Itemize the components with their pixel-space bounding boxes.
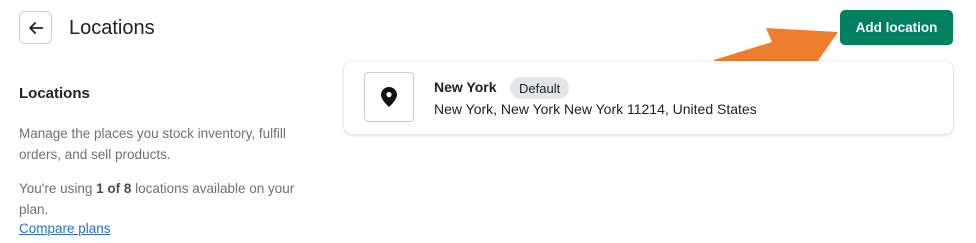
location-card[interactable]: New York Default New York, New York New … xyxy=(344,61,953,134)
usage-prefix: You're using xyxy=(19,181,97,196)
location-address: New York, New York New York 11214, Unite… xyxy=(434,101,757,117)
aside-description: Manage the places you stock inventory, f… xyxy=(19,126,286,162)
location-name: New York xyxy=(434,79,497,95)
location-thumbnail xyxy=(364,72,414,122)
back-button[interactable] xyxy=(19,11,52,44)
usage-count: 1 of 8 xyxy=(96,181,132,196)
default-badge: Default xyxy=(510,77,570,99)
locations-settings-page: Locations Add location Locations Manage … xyxy=(0,0,976,243)
plan-usage-text: You're using 1 of 8 locations available … xyxy=(19,178,319,220)
aside-heading: Locations xyxy=(19,85,90,102)
map-pin-icon xyxy=(381,87,397,107)
add-location-button[interactable]: Add location xyxy=(840,10,953,45)
compare-plans-link[interactable]: Compare plans xyxy=(19,220,111,238)
page-title: Locations xyxy=(69,17,155,39)
arrow-left-icon xyxy=(28,21,43,34)
aside-section: Locations Manage the places you stock in… xyxy=(19,84,319,238)
